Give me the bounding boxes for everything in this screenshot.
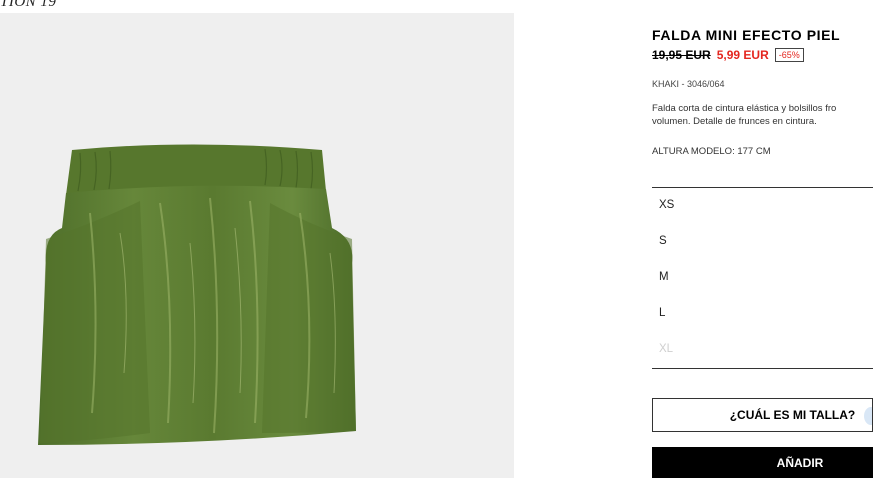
add-to-cart-label: AÑADIR xyxy=(776,455,824,470)
add-to-cart-button[interactable]: AÑADIR xyxy=(652,447,873,478)
product-info-panel: FALDA MINI EFECTO PIEL 19,95 EUR 5,99 EU… xyxy=(652,0,873,478)
discount-badge: -65% xyxy=(774,48,804,62)
size-option-s[interactable]: S xyxy=(659,235,667,247)
size-option-l[interactable]: L xyxy=(659,307,665,319)
product-image[interactable] xyxy=(0,13,514,478)
collection-label: TION 19 xyxy=(0,0,57,10)
skirt-illustration xyxy=(38,144,356,446)
size-guide-button[interactable]: ¿CUÁL ES MI TALLA? xyxy=(652,398,873,432)
description-line: Falda corta de cintura elástica y bolsil… xyxy=(652,103,837,114)
product-description: Falda corta de cintura elástica y bolsil… xyxy=(652,102,873,128)
model-height: ALTURA MODELO: 177 CM xyxy=(652,146,771,157)
old-price: 19,95 EUR xyxy=(652,48,711,62)
size-selector: XS S M L XL xyxy=(652,187,873,369)
product-title: FALDA MINI EFECTO PIEL xyxy=(652,27,841,43)
size-option-m[interactable]: M xyxy=(659,271,669,283)
size-option-xs[interactable]: XS xyxy=(659,199,674,211)
description-line: volumen. Detalle de frunces en cintura. xyxy=(652,116,817,127)
size-guide-label: ¿CUÁL ES MI TALLA? xyxy=(729,408,856,422)
help-icon xyxy=(864,407,872,425)
price-row: 19,95 EUR 5,99 EUR -65% xyxy=(652,48,804,62)
color-reference: KHAKI - 3046/064 xyxy=(652,79,725,89)
sale-price: 5,99 EUR xyxy=(716,48,769,62)
size-option-xl: XL xyxy=(659,343,674,355)
